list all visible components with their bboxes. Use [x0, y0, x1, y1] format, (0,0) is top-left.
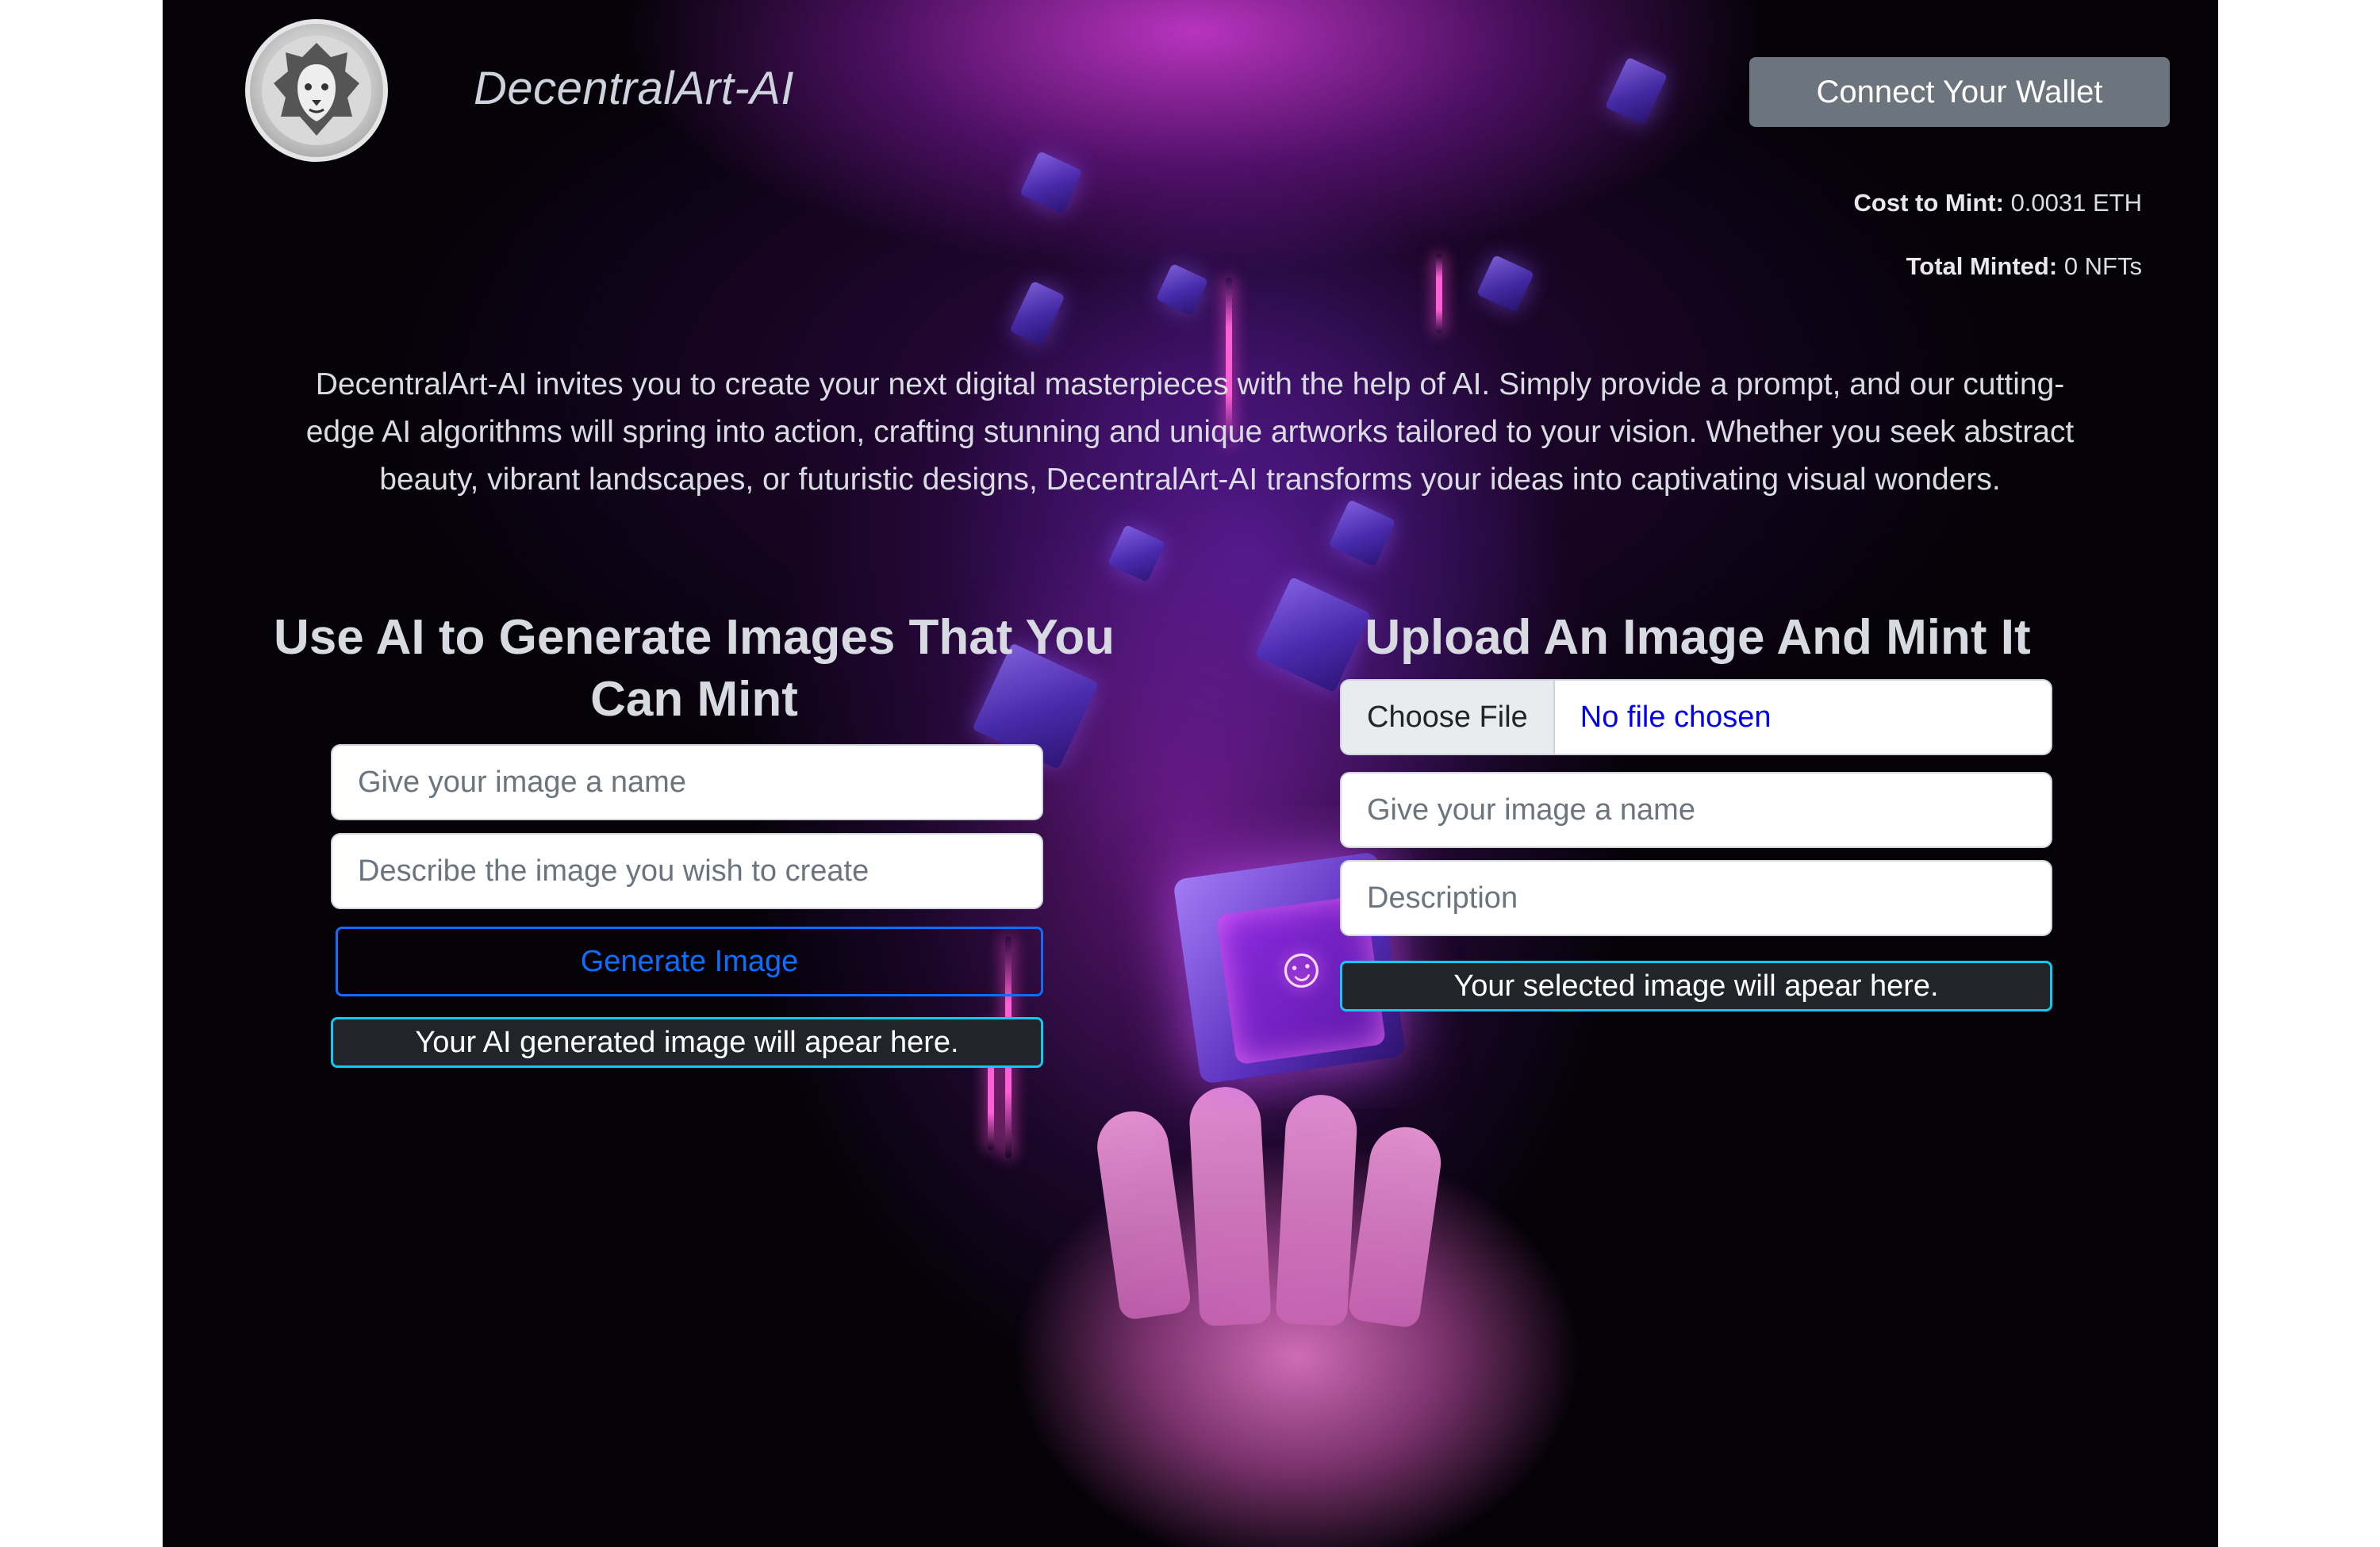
lion-logo-svg: [262, 36, 371, 145]
selected-image-placeholder: Your selected image will apear here.: [1340, 961, 2052, 1012]
connect-wallet-button[interactable]: Connect Your Wallet: [1749, 57, 2170, 127]
upload-name-input[interactable]: [1340, 772, 2052, 848]
generated-image-placeholder: Your AI generated image will apear here.: [331, 1017, 1043, 1068]
generate-name-input[interactable]: [331, 744, 1043, 820]
file-chosen-status: No file chosen: [1580, 700, 1772, 734]
minted-value: 0 NFTs: [2063, 252, 2142, 280]
choose-file-button[interactable]: Choose File: [1342, 681, 1555, 754]
brand-title: DecentralArt-AI: [474, 63, 794, 114]
generate-prompt-input[interactable]: [331, 833, 1043, 909]
lion-logo-icon: [245, 19, 388, 162]
page-background: ☺ DecentralArt-AI Connect Your Wallet Co…: [163, 0, 2218, 1547]
smiley-icon: ☺: [1268, 932, 1334, 1004]
upload-description-input[interactable]: [1340, 860, 2052, 936]
hand-finger: [1188, 1084, 1272, 1327]
file-chooser[interactable]: Choose File No file chosen: [1340, 679, 2052, 755]
minted-label: Total Minted:: [1906, 252, 2058, 280]
total-minted: Total Minted: 0 NFTs: [1906, 252, 2142, 281]
cost-to-mint: Cost to Mint: 0.0031 ETH: [1854, 189, 2142, 217]
hand-finger: [1275, 1092, 1359, 1327]
generate-image-button[interactable]: Generate Image: [336, 927, 1043, 996]
light-beam: [1436, 254, 1442, 333]
upload-section-title: Upload An Image And Mint It: [1365, 610, 2031, 665]
intro-text: DecentralArt-AI invites you to create yo…: [305, 367, 2075, 497]
generate-section-title: Use AI to Generate Images That You Can M…: [273, 610, 1115, 727]
cost-label: Cost to Mint:: [1853, 189, 2004, 217]
cost-value: 0.0031 ETH: [2010, 189, 2142, 217]
